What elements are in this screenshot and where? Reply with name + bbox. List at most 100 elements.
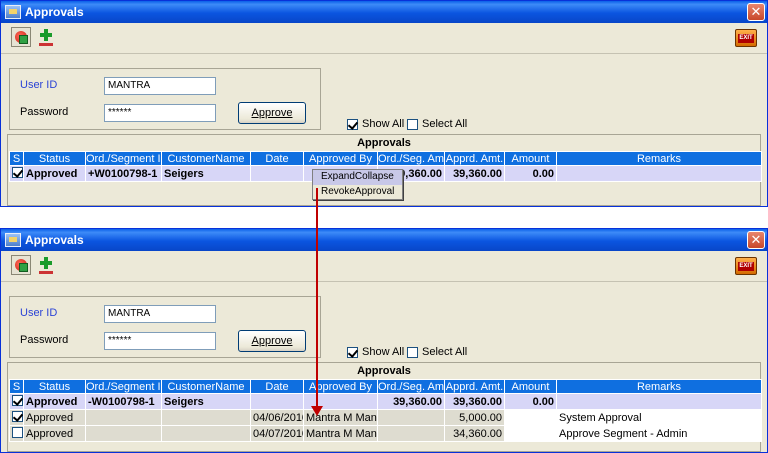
status-cell: Approved [23,425,86,442]
user-id-input[interactable]: MANTRA [104,305,216,323]
column-header[interactable]: Status [23,379,86,394]
add-icon[interactable] [36,255,56,275]
menu-item-expand-collapse[interactable]: ExpandCollapse [313,170,402,185]
close-icon[interactable]: ✕ [747,231,765,249]
column-header[interactable]: S [9,379,24,394]
row-checkbox[interactable] [12,426,23,438]
date-cell: 04/07/2010 [250,425,304,442]
row-select-cell[interactable] [9,425,24,442]
show-all-check-box[interactable] [347,346,358,358]
column-header[interactable]: Ord./Seg. Amt. [377,379,445,394]
approvals-grid-title: Approvals [357,137,411,149]
show-all-check-box[interactable] [347,118,358,130]
remarks-cell[interactable]: Approve Segment - Admin [556,425,762,442]
amount-cell[interactable]: 0.00 [504,393,557,410]
column-header[interactable]: CustomerName [161,379,251,394]
amount-cell[interactable] [504,409,557,426]
user-id-input[interactable]: MANTRA [104,77,216,95]
password-label: Password [20,334,69,346]
select-all-checkbox[interactable]: Select All [407,346,467,358]
password-input[interactable]: ****** [104,104,216,122]
toolbar: EXIT [1,23,767,54]
table-row[interactable]: Approved 04/06/2010 Mantra M Mantra 5,00… [9,409,762,426]
ord-segment-id-cell[interactable]: -W0100798-1 [85,393,162,410]
show-all-checkbox[interactable]: Show All [347,346,404,358]
user-id-label: User ID [20,307,58,319]
column-header[interactable]: Ord./Segment ID [85,151,162,166]
remarks-cell[interactable] [556,393,762,410]
column-header[interactable]: Remarks [556,151,762,166]
context-menu: ExpandCollapse RevokeApproval [312,169,403,200]
row-select-cell[interactable] [9,165,24,182]
ord-amt-cell [377,409,445,426]
column-header[interactable]: Approved By [303,151,378,166]
customer-cell [161,409,251,426]
column-header[interactable]: Date [250,151,304,166]
customer-cell: Seigers [161,165,251,182]
ord-segment-id-cell [85,409,162,426]
row-checkbox[interactable] [12,394,23,406]
approved-by-cell: Mantra M Mantra [303,425,378,442]
amount-cell[interactable] [504,425,557,442]
window-title: Approvals [25,5,84,19]
approve-button[interactable]: Approve [238,102,306,124]
row-checkbox[interactable] [12,410,23,422]
column-header[interactable]: Status [23,151,86,166]
exit-icon[interactable]: EXIT [735,29,757,47]
ord-amt-cell: 39,360.00 [377,393,445,410]
column-header[interactable]: Ord./Segment ID [85,379,162,394]
select-all-checkbox[interactable]: Select All [407,118,467,130]
add-icon[interactable] [36,27,56,47]
column-header[interactable]: Apprd. Amt. [444,151,505,166]
column-header[interactable]: Apprd. Amt. [444,379,505,394]
menu-item-revoke-approval[interactable]: RevokeApproval [313,185,402,200]
column-header[interactable]: Date [250,379,304,394]
password-label: Password [20,106,69,118]
row-select-cell[interactable] [9,409,24,426]
apprd-amt-cell: 5,000.00 [444,409,505,426]
refresh-icon[interactable] [11,255,31,275]
date-cell [250,393,304,410]
approvals-window-bottom: Approvals ✕ EXIT User ID MANTRA Password… [0,228,768,453]
date-cell [250,165,304,182]
row-select-cell[interactable] [9,393,24,410]
remarks-cell[interactable] [556,165,762,182]
column-header[interactable]: CustomerName [161,151,251,166]
status-cell: Approved [23,165,86,182]
password-input[interactable]: ****** [104,332,216,350]
ord-segment-id-cell[interactable]: +W0100798-1 [85,165,162,182]
table-header-row: S Status Ord./Segment ID CustomerName Da… [9,151,762,166]
approve-button[interactable]: Approve [238,330,306,352]
column-header[interactable]: Remarks [556,379,762,394]
approvals-table: S Status Ord./Segment ID CustomerName Da… [9,379,762,442]
approvals-window-top: Approvals ✕ EXIT User ID MANTRA Password… [0,0,768,207]
exit-icon[interactable]: EXIT [735,257,757,275]
customer-cell: Seigers [161,393,251,410]
toolbar: EXIT [1,251,767,282]
show-all-label: Show All [362,118,405,130]
annotation-arrow-line [316,188,318,414]
table-row[interactable]: Approved 04/07/2010 Mantra M Mantra 34,3… [9,425,762,442]
annotation-arrow-head [311,406,323,416]
amount-cell[interactable]: 0.00 [504,165,557,182]
apprd-amt-cell: 34,360.00 [444,425,505,442]
column-header[interactable]: Amount [504,379,557,394]
column-header[interactable]: Approved By [303,379,378,394]
refresh-icon[interactable] [11,27,31,47]
show-all-checkbox[interactable]: Show All [347,118,404,130]
row-checkbox[interactable] [12,166,23,178]
apprd-amt-cell: 39,360.00 [444,393,505,410]
remarks-cell[interactable]: System Approval [556,409,762,426]
column-header[interactable]: Amount [504,151,557,166]
app-icon [5,5,21,19]
table-row[interactable]: Approved -W0100798-1 Seigers 39,360.00 3… [9,393,762,410]
column-header[interactable]: S [9,151,24,166]
column-header[interactable]: Ord./Seg. Amt. [377,151,445,166]
user-id-label: User ID [20,79,58,91]
ord-amt-cell [377,425,445,442]
date-cell: 04/06/2010 [250,409,304,426]
window-title: Approvals [25,233,84,247]
select-all-check-box[interactable] [407,118,418,130]
select-all-check-box[interactable] [407,346,418,358]
close-icon[interactable]: ✕ [747,3,765,21]
